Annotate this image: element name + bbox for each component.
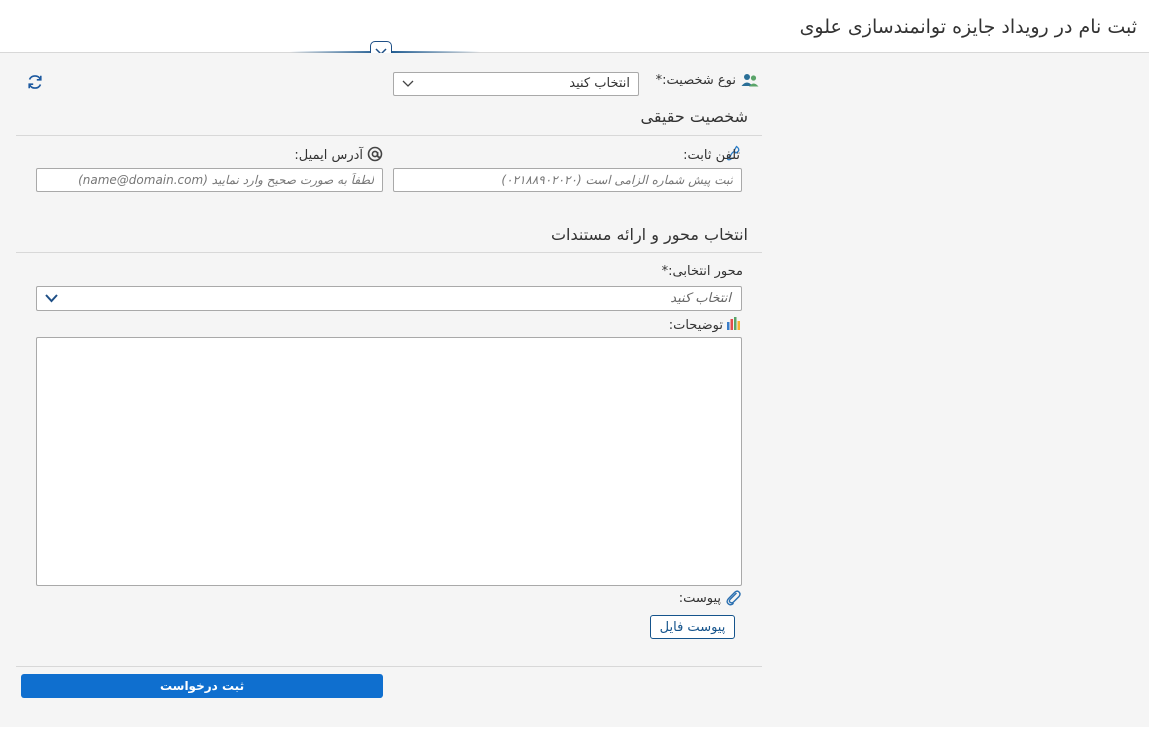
person-type-value: انتخاب کنید — [569, 76, 630, 91]
page-bottom — [0, 727, 1149, 755]
chevron-down-icon — [402, 80, 414, 87]
users-icon — [741, 74, 759, 87]
section-divider — [16, 252, 762, 253]
attach-file-button[interactable]: پیوست فایل — [650, 615, 735, 639]
paperclip-icon — [726, 590, 741, 606]
description-textarea[interactable] — [36, 337, 742, 586]
registration-form: نوع شخصیت:* انتخاب کنید شخصیت حقیقی تلفن… — [0, 53, 1149, 727]
submit-button[interactable]: ثبت درخواست — [21, 674, 383, 698]
phone-label: تلفن ثابت: — [683, 148, 740, 163]
chart-icon — [727, 317, 740, 330]
description-label: توضیحات: — [668, 318, 723, 333]
person-type-select[interactable]: انتخاب کنید — [393, 72, 639, 96]
at-icon — [367, 146, 383, 162]
axis-value: انتخاب کنید — [670, 291, 731, 306]
section-divider — [16, 135, 762, 136]
axis-label: محور انتخابی:* — [661, 264, 743, 279]
page-header: ثبت نام در رویداد جایزه توانمندسازی علوی — [0, 0, 1149, 53]
section-individual-title: شخصیت حقیقی — [640, 107, 748, 126]
refresh-icon[interactable] — [26, 73, 44, 91]
page-title: ثبت نام در رویداد جایزه توانمندسازی علوی — [799, 16, 1137, 38]
person-type-label: نوع شخصیت:* — [655, 73, 736, 88]
chevron-down-icon — [45, 294, 58, 303]
attachment-label: پیوست: — [678, 591, 721, 606]
section-axis-title: انتخاب محور و ارائه مستندات — [550, 225, 748, 244]
footer-divider — [16, 666, 762, 667]
phone-input[interactable] — [393, 168, 742, 192]
axis-select[interactable]: انتخاب کنید — [36, 286, 742, 311]
email-input[interactable] — [36, 168, 383, 192]
email-label: آدرس ایمیل: — [294, 148, 363, 163]
